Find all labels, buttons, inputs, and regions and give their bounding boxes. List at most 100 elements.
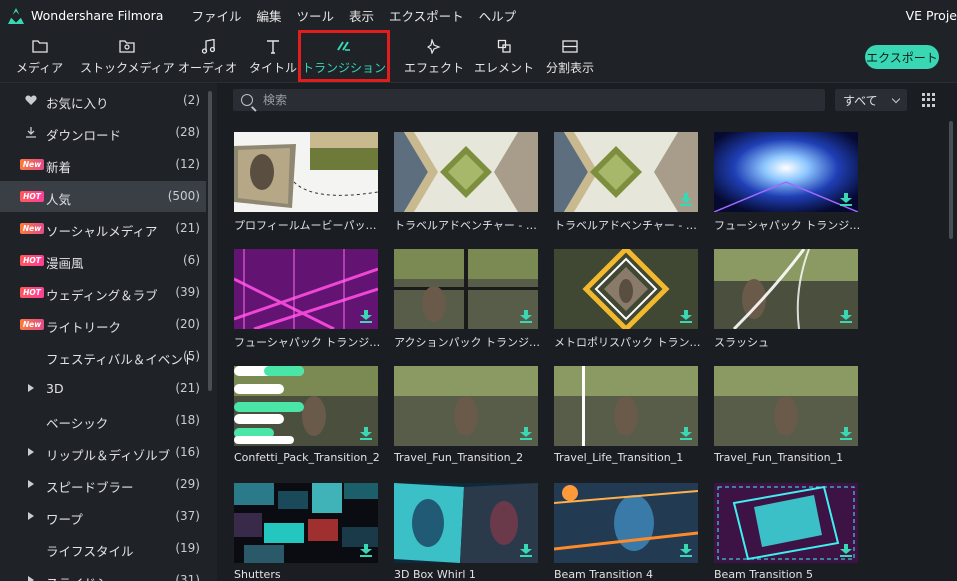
download-icon[interactable] [520, 427, 532, 440]
download-icon[interactable] [680, 193, 692, 206]
transition-thumbnail[interactable] [554, 132, 698, 212]
filter-value: すべて [843, 93, 878, 108]
transition-thumbnail[interactable] [234, 483, 378, 563]
music-note-icon [201, 37, 215, 55]
grid-view-icon[interactable] [922, 93, 936, 107]
expand-arrow-icon[interactable] [28, 576, 34, 581]
sidebar-item-popular[interactable]: HOT 人気 (500) [0, 181, 206, 212]
transition-thumbnail[interactable] [394, 132, 538, 212]
sidebar-scrollbar[interactable] [208, 91, 212, 391]
transition-thumbnail[interactable] [714, 483, 858, 563]
heart-icon [25, 85, 37, 116]
transition-thumbnail[interactable] [394, 366, 538, 446]
filter-dropdown[interactable]: すべて [835, 89, 907, 111]
download-icon[interactable] [360, 544, 372, 557]
tab-split-screen[interactable]: 分割表示 [546, 31, 594, 82]
tab-title[interactable]: タイトル [249, 31, 297, 82]
sidebar-item-favorites[interactable]: お気に入り (2) [0, 85, 206, 116]
transition-thumbnail[interactable] [554, 249, 698, 329]
download-icon[interactable] [680, 310, 692, 323]
title-bar: Wondershare Filmora ファイル 編集 ツール 表示 エクスポー… [0, 0, 957, 31]
transition-thumbnail[interactable] [394, 483, 538, 563]
transition-thumbnail[interactable] [234, 249, 378, 329]
transition-thumbnail[interactable] [554, 483, 698, 563]
transition-thumbnail[interactable] [714, 366, 858, 446]
download-icon[interactable] [680, 427, 692, 440]
text-icon [266, 37, 280, 55]
sidebar-item-lifestyle[interactable]: ライフスタイル (19) [0, 533, 206, 564]
sidebar-item-label: ダウンロード [46, 128, 122, 143]
export-button[interactable]: エクスポート [865, 45, 939, 69]
hot-badge: HOT [20, 191, 44, 202]
sidebar-item-warp[interactable]: ワープ (37) [0, 501, 206, 532]
sidebar-item-social-media[interactable]: New ソーシャルメディア (21) [0, 213, 206, 244]
sidebar-item-manga[interactable]: HOT 漫画風 (6) [0, 245, 206, 276]
sidebar-item-basic[interactable]: ベーシック (18) [0, 405, 206, 436]
download-icon[interactable] [840, 193, 852, 206]
hot-badge: HOT [20, 255, 44, 266]
tab-effects[interactable]: エフェクト [404, 31, 464, 82]
download-icon[interactable] [680, 544, 692, 557]
sidebar-item-speed-blur[interactable]: スピードブラー (29) [0, 469, 206, 500]
menu-help[interactable]: ヘルプ [479, 6, 517, 25]
content-scrollbar[interactable] [949, 121, 953, 239]
transition-title: スラッシュ [714, 336, 769, 349]
sidebar-item-label: ベーシック [46, 416, 109, 431]
sidebar-item-festival[interactable]: フェスティバル＆イベント (5) [0, 341, 206, 372]
transition-title: Travel_Life_Transition_1 [554, 451, 684, 464]
sidebar-item-slideshow[interactable]: スライドショー (31) [0, 565, 206, 581]
category-sidebar: お気に入り (2) ダウンロード (28) New 新着 (12) HOT 人気… [0, 82, 217, 581]
tab-effects-label: エフェクト [404, 61, 465, 75]
menu-file[interactable]: ファイル [191, 6, 241, 25]
main-toolbar: メディア ストックメディア オーディオ タイトル トランジション エフェクト エ… [0, 30, 957, 82]
sidebar-item-label: 漫画風 [46, 256, 84, 271]
search-input[interactable] [263, 93, 783, 107]
download-icon[interactable] [360, 310, 372, 323]
transition-thumbnail[interactable] [234, 132, 378, 212]
tab-audio[interactable]: オーディオ [178, 31, 237, 82]
transition-thumbnail[interactable] [394, 249, 538, 329]
elements-icon [497, 37, 512, 55]
sidebar-item-downloads[interactable]: ダウンロード (28) [0, 117, 206, 148]
menu-edit[interactable]: 編集 [256, 6, 281, 25]
transition-thumbnail[interactable] [714, 249, 858, 329]
folder-icon [31, 37, 48, 55]
tab-stock-media[interactable]: ストックメディア [80, 31, 175, 82]
download-icon[interactable] [520, 310, 532, 323]
tab-media-label: メディア [16, 61, 64, 75]
transition-thumbnail[interactable] [554, 366, 698, 446]
menu-export[interactable]: エクスポート [389, 6, 464, 25]
transition-thumbnail[interactable] [234, 366, 378, 446]
download-icon[interactable] [840, 427, 852, 440]
download-icon[interactable] [520, 544, 532, 557]
sidebar-item-count: (19) [175, 541, 200, 555]
sidebar-item-new[interactable]: New 新着 (12) [0, 149, 206, 180]
hot-badge: HOT [20, 287, 44, 298]
expand-arrow-icon[interactable] [28, 480, 34, 488]
expand-arrow-icon[interactable] [28, 448, 34, 456]
sidebar-item-light-leak[interactable]: New ライトリーク (20) [0, 309, 206, 340]
tab-media[interactable]: メディア [16, 31, 63, 82]
search-box[interactable] [233, 89, 825, 111]
sidebar-item-label: ワープ [46, 512, 83, 527]
transition-title: トラベルアドベンチャー - トラン... [554, 219, 702, 232]
download-icon[interactable] [840, 544, 852, 557]
expand-arrow-icon[interactable] [28, 384, 34, 392]
sidebar-item-count: (2) [183, 93, 200, 107]
download-icon[interactable] [840, 310, 852, 323]
expand-arrow-icon[interactable] [28, 512, 34, 520]
tab-transition[interactable]: トランジション [298, 30, 390, 82]
transition-title: Travel_Fun_Transition_2 [394, 451, 524, 464]
tab-elements-label: エレメント [474, 61, 535, 75]
transition-thumbnail[interactable] [714, 132, 858, 212]
sidebar-item-ripple[interactable]: リップル＆ディゾルブ (16) [0, 437, 206, 468]
sparkle-icon [426, 37, 442, 55]
menu-view[interactable]: 表示 [349, 6, 374, 25]
download-icon[interactable] [360, 427, 372, 440]
tab-elements[interactable]: エレメント [474, 31, 534, 82]
image-folder-icon [119, 37, 135, 55]
menu-tools[interactable]: ツール [296, 6, 334, 25]
sidebar-item-wedding[interactable]: HOT ウェディング＆ラブ (39) [0, 277, 206, 308]
transition-title: Confetti_Pack_Transition_2 [234, 451, 380, 464]
sidebar-item-3d[interactable]: 3D (21) [0, 373, 206, 404]
